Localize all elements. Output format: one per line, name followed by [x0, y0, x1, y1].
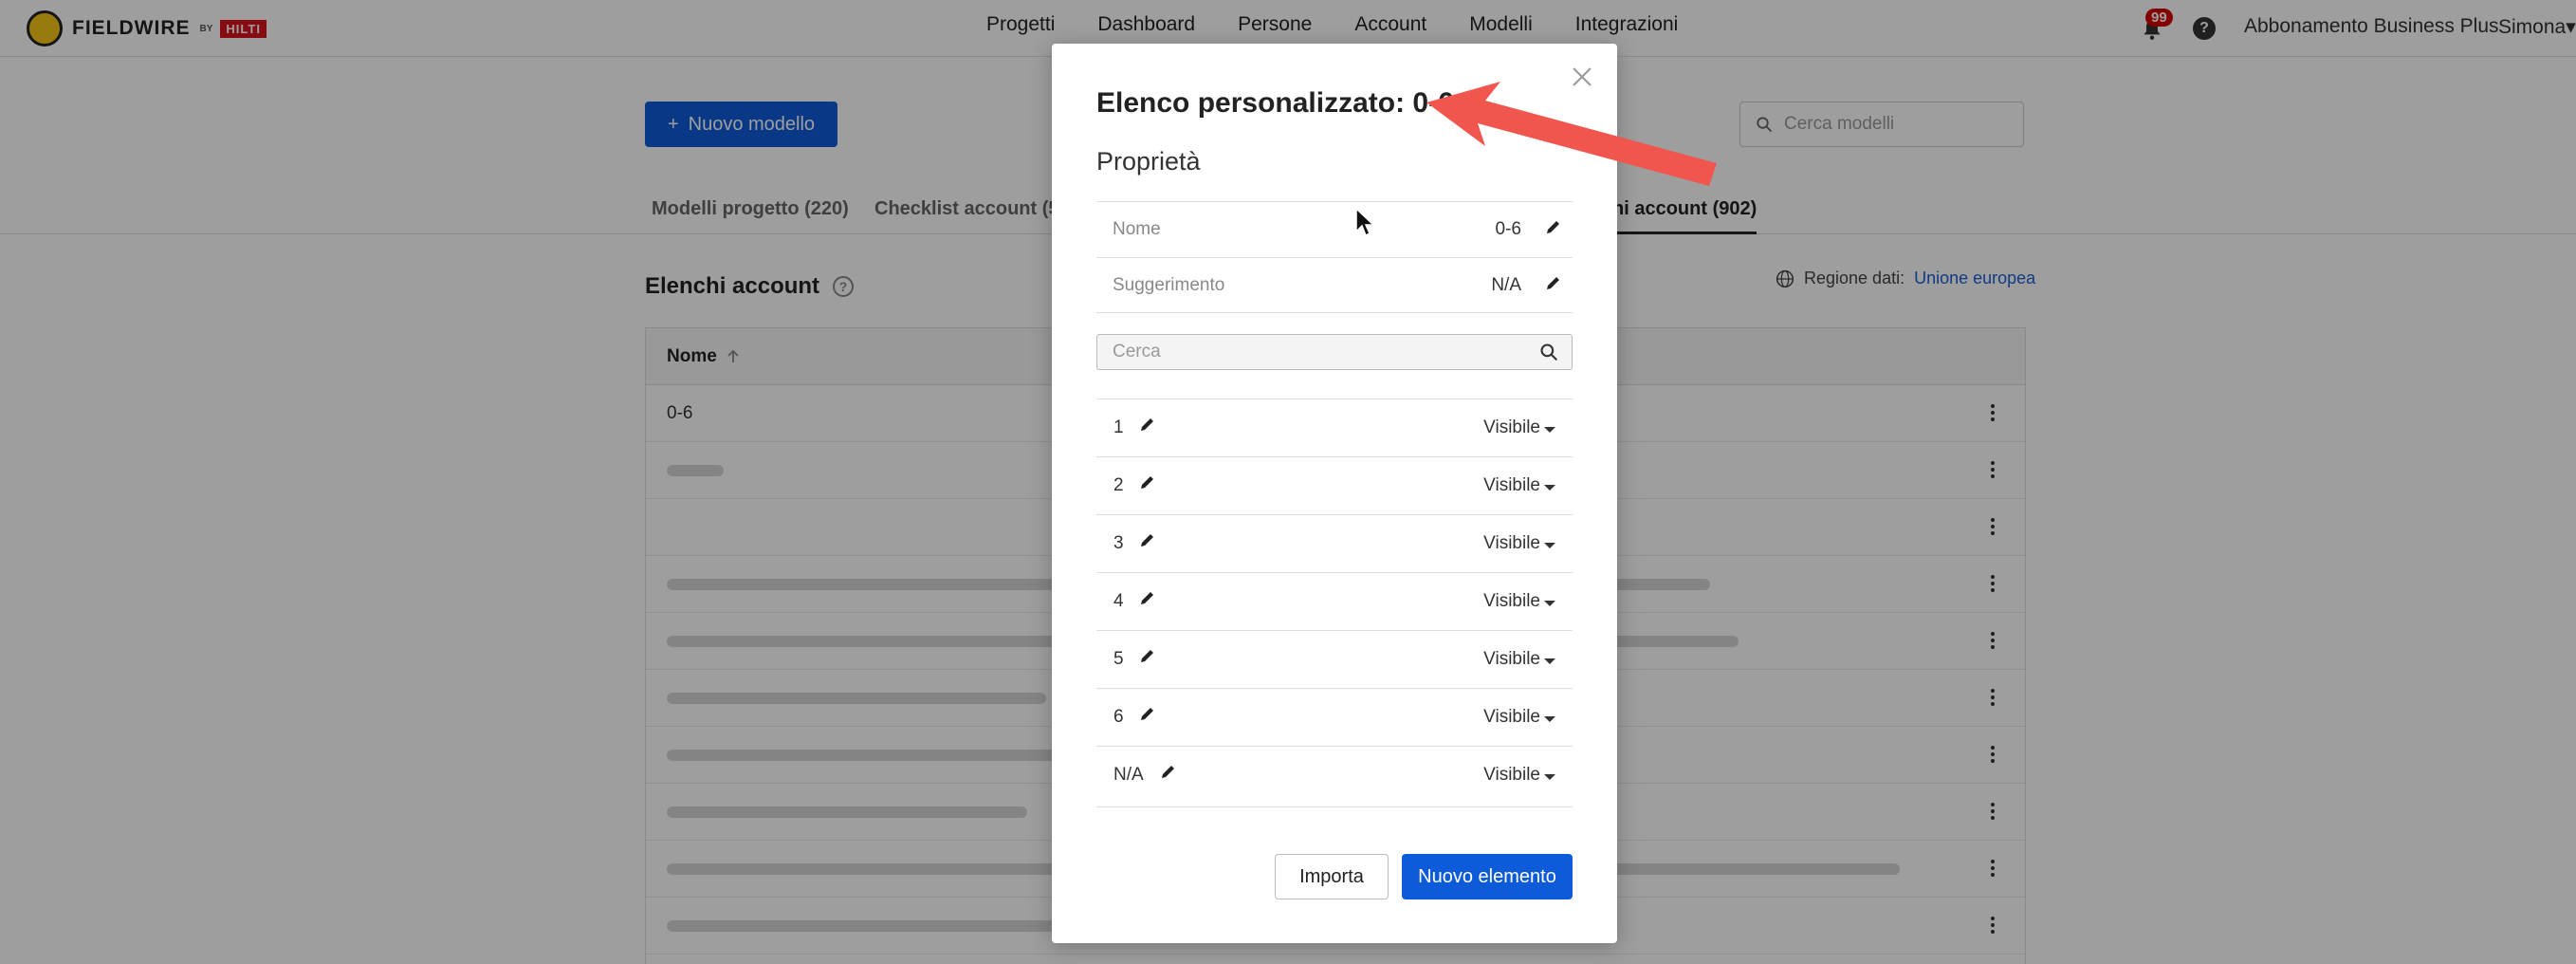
list-item: 2 Visibile: [1096, 456, 1573, 514]
list-search-placeholder: Cerca: [1113, 342, 1161, 362]
visibility-label: Visibile: [1483, 533, 1540, 553]
visibility-dropdown[interactable]: Visibile: [1483, 475, 1555, 496]
visibility-label: Visibile: [1483, 707, 1540, 727]
pencil-icon[interactable]: [1159, 762, 1178, 781]
properties-heading: Proprietà: [1096, 147, 1201, 176]
visibility-label: Visibile: [1483, 591, 1540, 611]
visibility-dropdown[interactable]: Visibile: [1483, 765, 1555, 786]
caret-down-icon: [1544, 426, 1555, 433]
list-item: 1 Visibile: [1096, 399, 1573, 456]
list-search-input[interactable]: Cerca: [1096, 334, 1573, 370]
pencil-icon[interactable]: [1544, 273, 1563, 292]
list-item: 3 Visibile: [1096, 514, 1573, 572]
pencil-icon[interactable]: [1138, 588, 1157, 607]
pencil-icon[interactable]: [1544, 217, 1563, 236]
item-label: 4: [1113, 591, 1124, 611]
property-row-name: Nome 0-6: [1096, 201, 1573, 257]
visibility-dropdown[interactable]: Visibile: [1483, 649, 1555, 670]
cursor-icon: [1355, 207, 1375, 237]
divider: [1096, 806, 1573, 807]
new-item-button[interactable]: Nuovo elemento: [1402, 854, 1573, 899]
visibility-dropdown[interactable]: Visibile: [1483, 707, 1555, 728]
item-label: 2: [1113, 475, 1124, 495]
item-label: N/A: [1113, 765, 1144, 785]
visibility-dropdown[interactable]: Visibile: [1483, 417, 1555, 438]
pencil-icon[interactable]: [1138, 704, 1157, 723]
caret-down-icon: [1544, 542, 1555, 548]
visibility-dropdown[interactable]: Visibile: [1483, 533, 1555, 554]
caret-down-icon: [1544, 715, 1555, 722]
list-item: 6 Visibile: [1096, 688, 1573, 746]
pencil-icon[interactable]: [1138, 530, 1157, 549]
modal-title: Elenco personalizzato: 0-6: [1096, 87, 1454, 119]
item-label: 6: [1113, 707, 1124, 727]
import-button[interactable]: Importa: [1275, 854, 1389, 899]
pencil-icon[interactable]: [1138, 473, 1157, 491]
list-item: 4 Visibile: [1096, 572, 1573, 630]
item-label: 5: [1113, 649, 1124, 669]
visibility-dropdown[interactable]: Visibile: [1483, 591, 1555, 612]
visibility-label: Visibile: [1483, 765, 1540, 785]
caret-down-icon: [1544, 773, 1555, 780]
property-value: 0-6: [1495, 219, 1521, 239]
property-value: N/A: [1491, 275, 1521, 295]
list-item: 5 Visibile: [1096, 630, 1573, 688]
pencil-icon[interactable]: [1138, 415, 1157, 434]
caret-down-icon: [1544, 484, 1555, 491]
visibility-label: Visibile: [1483, 475, 1540, 495]
visibility-label: Visibile: [1483, 417, 1540, 437]
item-label: 3: [1113, 533, 1124, 553]
property-label: Nome: [1113, 219, 1161, 239]
property-row-hint: Suggerimento N/A: [1096, 257, 1573, 313]
arrow-annotation: [1426, 82, 1717, 186]
item-label: 1: [1113, 417, 1124, 437]
visibility-label: Visibile: [1483, 649, 1540, 669]
caret-down-icon: [1544, 658, 1555, 664]
list-item: N/A Visibile: [1096, 746, 1573, 804]
pencil-icon[interactable]: [1138, 646, 1157, 665]
search-icon[interactable]: [1539, 343, 1558, 362]
caret-down-icon: [1544, 600, 1555, 606]
property-label: Suggerimento: [1113, 274, 1225, 295]
